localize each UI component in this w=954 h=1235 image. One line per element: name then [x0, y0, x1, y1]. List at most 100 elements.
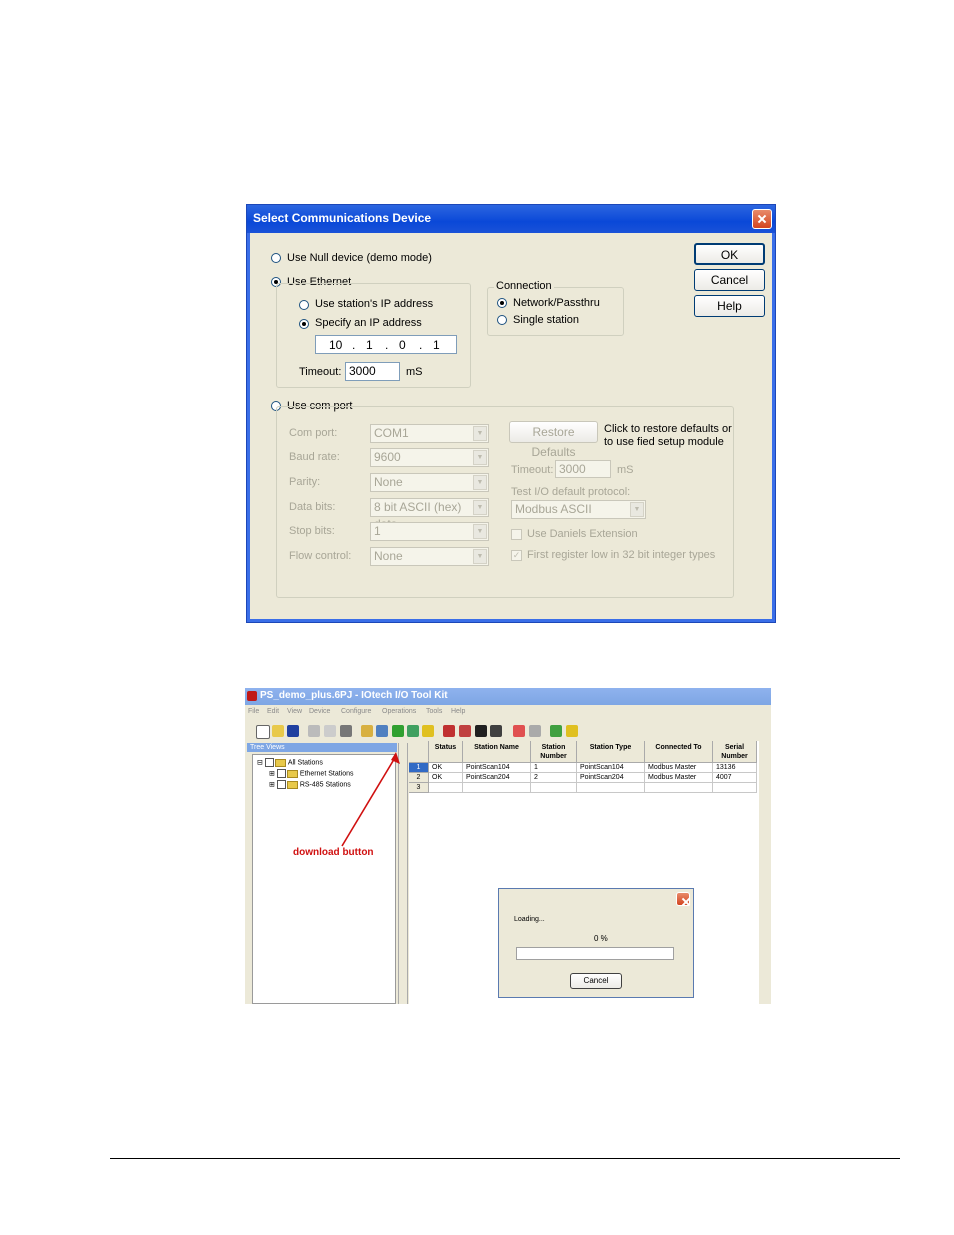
menu-view[interactable]: View: [287, 708, 302, 715]
dialog-client: Use Null device (demo mode) Use Ethernet…: [250, 233, 772, 619]
specify-ip-radio[interactable]: [299, 319, 309, 329]
table-cell[interactable]: [577, 783, 645, 793]
export-icon[interactable]: [490, 725, 502, 737]
header-station-name[interactable]: Station Name: [463, 741, 531, 763]
help-button[interactable]: Help: [694, 295, 765, 317]
ethernet-timeout-field[interactable]: 3000: [345, 362, 400, 381]
row-header[interactable]: 1: [409, 763, 429, 773]
loading-progress-bar: [516, 947, 674, 960]
folder-icon: [274, 758, 286, 767]
table-cell[interactable]: [463, 783, 531, 793]
upload-icon[interactable]: [407, 725, 419, 737]
save-icon[interactable]: [287, 725, 299, 737]
table-cell[interactable]: [713, 783, 757, 793]
menu-operations[interactable]: Operations: [382, 708, 416, 715]
specify-ip-label: Specify an IP address: [315, 317, 422, 329]
select-communications-dialog: Select Communications Device Use Null de…: [246, 204, 776, 623]
com-timeout-field[interactable]: 3000: [555, 460, 611, 478]
folder-icon: [286, 769, 298, 778]
menu-file[interactable]: File: [248, 708, 259, 715]
table-cell[interactable]: OK: [429, 773, 463, 783]
stop-bits-select[interactable]: 1 ▼: [370, 522, 489, 541]
single-station-radio[interactable]: [497, 315, 507, 325]
ip-address-field[interactable]: 10 . 1 . 0 . 1: [315, 335, 457, 354]
communications-icon[interactable]: [376, 725, 388, 737]
menu-configure[interactable]: Configure: [341, 708, 371, 715]
start-icon[interactable]: [443, 725, 455, 737]
download-icon[interactable]: [392, 725, 404, 737]
station-ip-radio[interactable]: [299, 300, 309, 310]
network-passthru-radio[interactable]: [497, 298, 507, 308]
menu-edit[interactable]: Edit: [267, 708, 279, 715]
paste-icon[interactable]: [340, 725, 352, 737]
header-station-type[interactable]: Station Type: [577, 741, 645, 763]
help-icon[interactable]: [566, 725, 578, 737]
null-device-radio[interactable]: [271, 253, 281, 263]
table-cell[interactable]: Modbus Master: [645, 773, 713, 783]
table-cell[interactable]: PointScan204: [463, 773, 531, 783]
chevron-down-icon: ▼: [473, 549, 487, 564]
header-status[interactable]: Status: [429, 741, 463, 763]
checkbox-icon[interactable]: [276, 769, 286, 778]
tree-node-all-stations[interactable]: ⊟ All Stations: [257, 758, 323, 767]
loading-dialog: Loading... 0 % Cancel: [498, 888, 694, 998]
table-cell[interactable]: PointScan104: [577, 763, 645, 773]
chevron-down-icon: ▼: [473, 475, 487, 490]
parity-select[interactable]: None ▼: [370, 473, 489, 492]
open-station-icon[interactable]: [361, 725, 373, 737]
row-header[interactable]: 3: [409, 783, 429, 793]
table-cell[interactable]: PointScan204: [577, 773, 645, 783]
close-icon[interactable]: [676, 892, 690, 906]
download-button-annotation: download button: [293, 847, 374, 858]
grid-corner: [409, 741, 429, 763]
header-connected-to[interactable]: Connected To: [645, 741, 713, 763]
properties-icon[interactable]: [529, 725, 541, 737]
header-serial-number[interactable]: Serial Number: [713, 741, 757, 763]
ok-button[interactable]: OK: [694, 243, 765, 265]
restore-defaults-button[interactable]: Restore Defaults: [509, 421, 598, 459]
table-cell[interactable]: 13136: [713, 763, 757, 773]
dialog-titlebar: Select Communications Device: [247, 205, 775, 233]
stop-bits-value: 1: [374, 524, 381, 538]
network-passthru-label: Network/Passthru: [513, 297, 600, 309]
chevron-down-icon: ▼: [473, 450, 487, 465]
table-cell[interactable]: [429, 783, 463, 793]
data-bits-select[interactable]: 8 bit ASCII (hex) data▼: [370, 498, 489, 531]
new-icon[interactable]: [256, 725, 270, 739]
table-cell[interactable]: OK: [429, 763, 463, 773]
loading-cancel-button[interactable]: Cancel: [570, 973, 622, 989]
menu-device[interactable]: Device: [309, 708, 330, 715]
table-cell[interactable]: [531, 783, 577, 793]
first-register-checkbox[interactable]: ✓: [511, 550, 522, 561]
calculator-icon[interactable]: [550, 725, 562, 737]
copy-icon[interactable]: [324, 725, 336, 737]
table-cell[interactable]: 1: [531, 763, 577, 773]
table-cell[interactable]: [645, 783, 713, 793]
cancel-button[interactable]: Cancel: [694, 269, 765, 291]
protocol-select[interactable]: Modbus ASCII ▼: [511, 500, 646, 519]
table-cell[interactable]: Modbus Master: [645, 763, 713, 773]
checkbox-icon[interactable]: [264, 758, 274, 767]
cut-icon[interactable]: [308, 725, 320, 737]
stop-icon[interactable]: [459, 725, 471, 737]
table-cell[interactable]: PointScan104: [463, 763, 531, 773]
menu-tools[interactable]: Tools: [426, 708, 442, 715]
baud-rate-select[interactable]: 9600 ▼: [370, 448, 489, 467]
monitor-icon[interactable]: [475, 725, 487, 737]
ip-dot: .: [385, 338, 389, 352]
flow-control-select[interactable]: None ▼: [370, 547, 489, 566]
table-cell[interactable]: 2: [531, 773, 577, 783]
table-cell[interactable]: 4007: [713, 773, 757, 783]
search-icon[interactable]: [422, 725, 434, 737]
daniels-checkbox[interactable]: [511, 529, 522, 540]
checkbox-icon[interactable]: [276, 780, 286, 789]
com-port-select[interactable]: COM1 ▼: [370, 424, 489, 443]
dialog-title: Select Communications Device: [253, 211, 432, 225]
pin-icon[interactable]: [513, 725, 525, 737]
open-icon[interactable]: [272, 725, 284, 737]
restore-hint-line-2: to use fied setup module: [604, 436, 724, 448]
menu-help[interactable]: Help: [451, 708, 465, 715]
close-icon[interactable]: [752, 209, 772, 229]
row-header[interactable]: 2: [409, 773, 429, 783]
header-station-number[interactable]: Station Number: [531, 741, 577, 763]
